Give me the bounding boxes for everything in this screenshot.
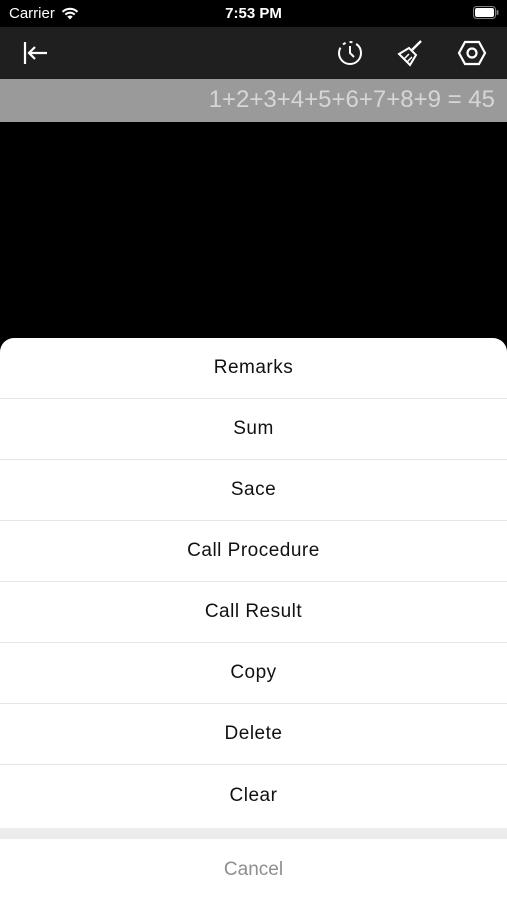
expression-text: 1+2+3+4+5+6+7+8+9 = 45 [208,86,495,113]
action-copy[interactable]: Copy [0,643,507,704]
history-button[interactable] [333,36,367,70]
cancel-button[interactable]: Cancel [0,839,507,900]
toolbar [0,27,507,79]
clear-brush-button[interactable] [394,36,428,70]
collapse-button[interactable] [18,36,52,70]
action-remarks[interactable]: Remarks [0,338,507,399]
action-clear[interactable]: Clear [0,765,507,826]
action-sheet: Remarks Sum Sace Call Procedure Call Res… [0,338,507,828]
status-bar: Carrier 7:53 PM [0,0,507,27]
history-clock-icon [338,41,362,65]
action-sace[interactable]: Sace [0,460,507,521]
brush-icon [397,40,422,67]
settings-hexagon-icon [457,40,487,66]
action-delete[interactable]: Delete [0,704,507,765]
collapse-left-icon [23,42,47,64]
action-call-result[interactable]: Call Result [0,582,507,643]
settings-button[interactable] [455,36,489,70]
battery-icon [473,6,499,19]
sheet-separator [0,828,507,839]
action-sum[interactable]: Sum [0,399,507,460]
expression-display: 1+2+3+4+5+6+7+8+9 = 45 [0,79,507,122]
action-call-procedure[interactable]: Call Procedure [0,521,507,582]
status-time: 7:53 PM [225,5,282,22]
